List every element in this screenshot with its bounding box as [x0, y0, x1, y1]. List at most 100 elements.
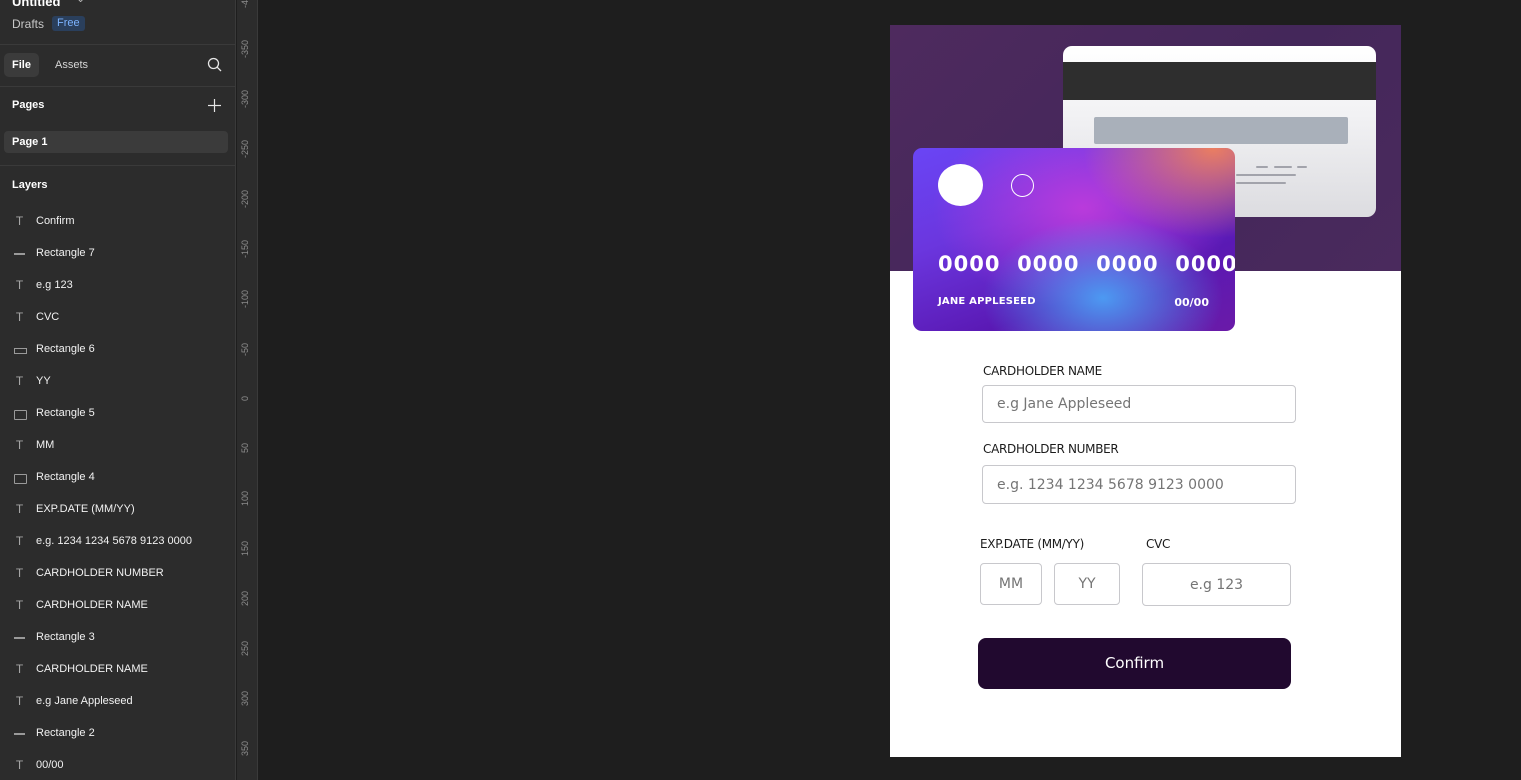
magnetic-stripe [1063, 62, 1376, 100]
text-icon [13, 311, 26, 324]
line-icon [13, 727, 26, 740]
card-back-line [1236, 174, 1296, 176]
ruler-label: -100 [240, 290, 250, 309]
exp-month-input[interactable] [980, 563, 1042, 605]
tab-assets[interactable]: Assets [55, 53, 88, 77]
layer-item[interactable]: CARDHOLDER NAME [0, 654, 235, 686]
card-holder-name: JANE APPLESEED [938, 296, 1036, 307]
ruler-label: -200 [240, 190, 250, 209]
layer-label: Rectangle 2 [36, 727, 95, 739]
layer-label: Confirm [36, 215, 75, 227]
layer-item[interactable]: YY [0, 366, 235, 398]
text-icon [13, 279, 26, 292]
text-icon [13, 759, 26, 772]
vertical-ruler: -400 -350 -300 -250 -200 -150 -100 -50 0 50 100 150… [237, 0, 258, 780]
layer-label: e.g 123 [36, 279, 73, 291]
cardholder-name-input[interactable] [982, 385, 1296, 423]
cardholder-number-label: CARDHOLDER NUMBER [983, 442, 1119, 456]
layer-label: Rectangle 5 [36, 407, 95, 419]
tab-file[interactable]: File [4, 53, 39, 77]
layer-item[interactable]: e.g. 1234 1234 5678 9123 0000 [0, 526, 235, 558]
layer-item[interactable]: Rectangle 3 [0, 622, 235, 654]
layer-item[interactable]: Rectangle 6 [0, 334, 235, 366]
layer-label: CVC [36, 311, 60, 323]
payment-frame[interactable]: 0000 0000 0000 0000 JANE APPLESEED 00/00… [890, 25, 1401, 757]
pages-heading: Pages [12, 99, 45, 111]
divider [0, 44, 235, 45]
rectangle-icon [13, 471, 27, 484]
layer-item[interactable]: Rectangle 4 [0, 462, 235, 494]
divider [0, 165, 235, 166]
layer-label: CARDHOLDER NUMBER [36, 567, 164, 579]
exp-date-label: EXP.DATE (MM/YY) [980, 537, 1084, 551]
layers-heading: Layers [12, 179, 48, 191]
left-panel: Untitled ⌄ Drafts Free File Assets Pages… [0, 0, 236, 780]
thin-rectangle-icon [13, 343, 27, 356]
ruler-label: 50 [240, 443, 250, 454]
cvc-input[interactable] [1142, 563, 1291, 606]
layer-item[interactable]: e.g 123 [0, 270, 235, 302]
layers-list: Confirm Rectangle 7 e.g 123 CVC Rectangle 6 Y… [0, 206, 235, 780]
card-back-line [1274, 166, 1292, 168]
layer-item[interactable]: MM [0, 430, 235, 462]
text-icon [13, 695, 26, 708]
card-back-line [1256, 166, 1268, 168]
ruler-label: -50 [240, 342, 250, 356]
cvc-label: CVC [1146, 537, 1171, 551]
layer-label: Rectangle 4 [36, 471, 95, 483]
ruler-label: -400 [240, 0, 250, 8]
ruler-label: -250 [240, 140, 250, 159]
ruler-label: 250 [240, 640, 250, 656]
search-icon[interactable] [206, 56, 224, 74]
layer-item[interactable]: CARDHOLDER NUMBER [0, 558, 235, 590]
layer-item[interactable]: Confirm [0, 206, 235, 238]
ruler-label: -350 [240, 40, 250, 59]
layer-item[interactable]: Rectangle 7 [0, 238, 235, 270]
confirm-button[interactable]: Confirm [978, 638, 1291, 689]
page-item[interactable]: Page 1 [4, 131, 228, 153]
cardholder-number-input[interactable] [982, 465, 1296, 504]
layer-item[interactable]: Rectangle 5 [0, 398, 235, 430]
layer-item[interactable]: EXP.DATE (MM/YY) [0, 494, 235, 526]
line-icon [13, 247, 26, 260]
ruler-label: 350 [240, 740, 250, 756]
cardholder-name-label: CARDHOLDER NAME [983, 364, 1102, 378]
file-title[interactable]: Untitled [12, 0, 60, 9]
text-icon [13, 535, 26, 548]
file-header[interactable]: Untitled ⌄ Drafts Free [12, 0, 232, 34]
layer-label: EXP.DATE (MM/YY) [36, 503, 135, 515]
layer-item[interactable]: e.g Jane Appleseed [0, 686, 235, 718]
ruler-label: 200 [240, 590, 250, 606]
line-icon [13, 631, 26, 644]
chevron-down-icon[interactable]: ⌄ [76, 0, 85, 5]
card-logo-circle [938, 164, 983, 206]
ruler-label: 0 [240, 395, 250, 401]
exp-year-input[interactable] [1054, 563, 1120, 605]
layer-item[interactable]: CARDHOLDER NAME [0, 590, 235, 622]
drafts-label[interactable]: Drafts [12, 17, 44, 31]
layer-label: Rectangle 6 [36, 343, 95, 355]
layer-item[interactable]: 00/00 [0, 750, 235, 780]
ruler-label: 300 [240, 690, 250, 706]
rectangle-icon [13, 407, 27, 420]
layer-label: Rectangle 7 [36, 247, 95, 259]
text-icon [13, 375, 26, 388]
text-icon [13, 663, 26, 676]
layer-item[interactable]: CVC [0, 302, 235, 334]
card-logo-ring [1011, 174, 1034, 197]
layer-label: Rectangle 3 [36, 631, 95, 643]
text-icon [13, 599, 26, 612]
card-expiry: 00/00 [1174, 296, 1209, 309]
layer-item[interactable]: Rectangle 2 [0, 718, 235, 750]
layer-label: CARDHOLDER NAME [36, 599, 148, 611]
plus-icon[interactable] [207, 98, 222, 113]
layer-label: e.g Jane Appleseed [36, 695, 133, 707]
text-icon [13, 567, 26, 580]
ruler-label: -150 [240, 240, 250, 259]
divider [0, 86, 235, 87]
text-icon [13, 215, 26, 228]
text-icon [13, 503, 26, 516]
ruler-label: 150 [240, 540, 250, 556]
card-back-line [1236, 182, 1286, 184]
layer-label: 00/00 [36, 759, 64, 771]
